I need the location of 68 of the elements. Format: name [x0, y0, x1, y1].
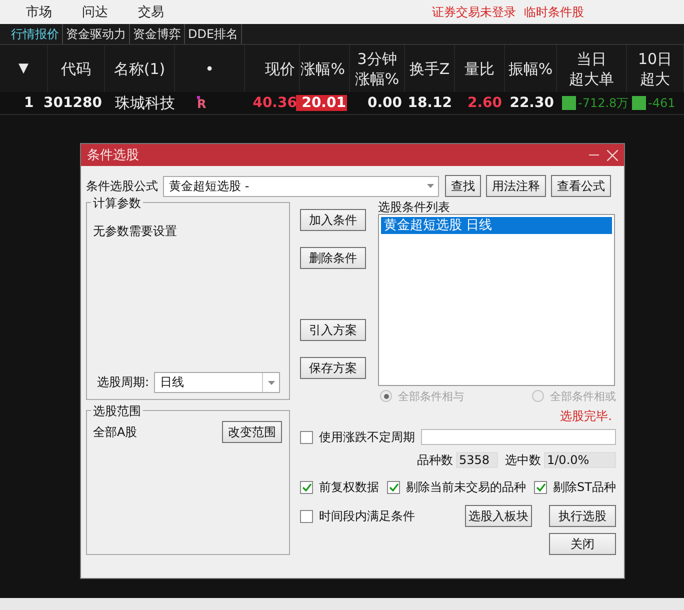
count-label: 选中数 [505, 452, 541, 468]
flow-bar [632, 96, 646, 110]
dropdown-arrow-icon [426, 184, 434, 188]
formula-dropdown[interactable]: 黄金超短选股 - [163, 176, 439, 196]
action-button[interactable]: 保存方案 [300, 357, 366, 379]
action-button[interactable]: 用法注释 [486, 175, 546, 197]
flag-text: R [197, 99, 206, 110]
tab[interactable]: 资金驱动力 [63, 24, 130, 44]
status-notice[interactable]: 证券交易未登录 [432, 4, 516, 20]
count-field: 5358 [456, 452, 498, 468]
table-cell: 22.30 [510, 95, 554, 111]
table-row[interactable]: 1 301280 珠城科技 R 40.36 20.01 0.00 18.12 2.60 22.30 -712.8万 -461 [0, 92, 684, 115]
checkbox-label: 剔除ST品种 [553, 478, 616, 496]
checkbox[interactable] [534, 480, 548, 494]
tab[interactable]: DDE排名 [185, 24, 242, 44]
column-header[interactable]: 涨幅% [300, 45, 350, 92]
menu-item[interactable]: 交易 [138, 3, 164, 21]
flow-bar [562, 96, 576, 110]
list-item[interactable]: 黄金超短选股 日线 [381, 217, 612, 234]
count-field: 1/0.0% [544, 452, 616, 468]
dialog-title: 条件选股 [87, 147, 139, 164]
menu-item[interactable]: 市场 [26, 3, 52, 21]
radio-label: 全部条件相与 [398, 388, 464, 404]
checkbox[interactable] [300, 480, 314, 494]
checkbox-label: 剔除当前未交易的品种 [406, 478, 526, 496]
table-cell: 301280 [44, 95, 102, 111]
checkbox-label: 前复权数据 [319, 478, 380, 496]
tab[interactable]: 资金博弈 [130, 24, 185, 44]
radio-label: 全部条件相或 [550, 388, 616, 404]
table-cell: -461 [648, 96, 676, 110]
period-dropdown[interactable]: 日线 [154, 372, 280, 393]
action-button[interactable]: 查找 [445, 175, 481, 197]
change-range-button[interactable]: 改变范围 [222, 421, 282, 443]
checkbox-label: 使用涨跌不定周期 [319, 428, 416, 446]
checkbox[interactable] [300, 430, 314, 444]
action-button[interactable]: 选股入板块 [465, 505, 532, 527]
close-button[interactable]: 关闭 [549, 533, 616, 555]
table-cell: 2.60 [467, 95, 502, 111]
status-notice[interactable]: 临时条件股 [524, 4, 584, 20]
table-cell: 0.00 [367, 95, 402, 111]
action-button[interactable]: 加入条件 [300, 209, 366, 231]
close-icon[interactable] [607, 150, 618, 160]
tab[interactable]: 行情报价 [8, 24, 63, 44]
table-cell: 40.36 [252, 95, 297, 111]
count-label: 品种数 [417, 452, 453, 468]
action-button[interactable]: 删除条件 [300, 247, 366, 269]
period-input[interactable] [421, 429, 616, 445]
table-cell: 1 [24, 95, 34, 111]
checkbox-label: 时间段内满足条件 [319, 508, 416, 524]
group-title: 计算参数 [91, 195, 143, 212]
action-button[interactable]: 引入方案 [300, 319, 366, 341]
menu-item[interactable]: 问达 [82, 3, 108, 21]
table-cell: -712.8万 [578, 94, 629, 112]
list-title: 选股条件列表 [378, 200, 452, 214]
info-text: 无参数需要设置 [93, 223, 178, 240]
range-text: 全部A股 [93, 424, 138, 440]
status-text: 选股完毕. [559, 408, 613, 425]
action-button[interactable]: 查看公式 [551, 175, 611, 197]
table-cell: 珠城科技 [115, 94, 175, 112]
table-cell: 18.12 [408, 95, 452, 111]
limit-up-cell: 20.01 [296, 95, 347, 111]
group-title: 选股范围 [91, 403, 143, 420]
dropdown-arrow-icon [268, 380, 275, 384]
action-button[interactable]: 执行选股 [549, 505, 616, 527]
formula-label: 条件选股公式 [86, 178, 158, 194]
checkbox[interactable] [300, 510, 314, 522]
period-label: 选股周期: [97, 374, 150, 391]
checkbox[interactable] [387, 480, 400, 494]
